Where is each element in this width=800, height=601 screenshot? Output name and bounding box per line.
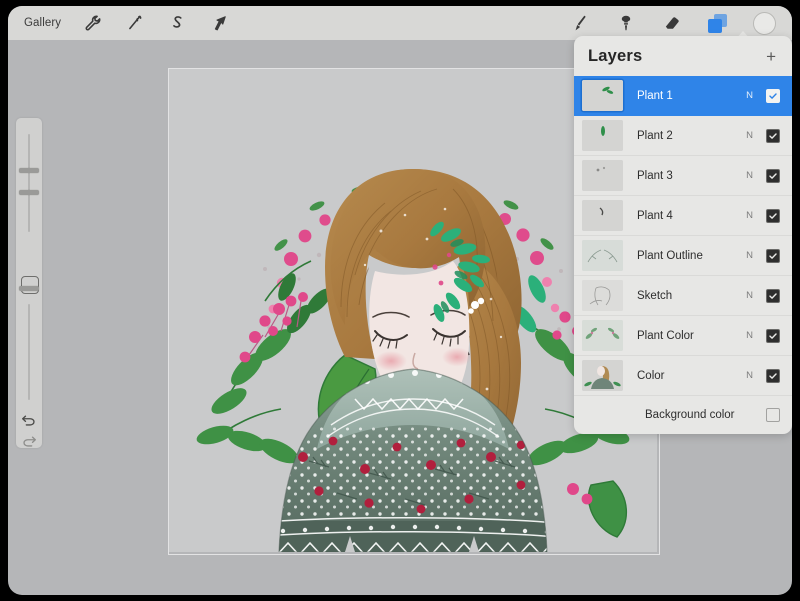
layer-blend-mode[interactable]: N — [746, 290, 753, 301]
layers-panel-header: Layers + — [574, 36, 792, 76]
layer-name: Plant 1 — [637, 90, 746, 102]
redo-button[interactable] — [20, 434, 38, 450]
layers-panel-title: Layers — [588, 47, 642, 66]
layer-name: Plant 2 — [637, 130, 746, 142]
selection-s-icon[interactable] — [167, 12, 187, 34]
layers-icon-front-square — [708, 19, 722, 33]
layer-name: Plant Color — [637, 330, 746, 342]
opacity-slider[interactable] — [19, 304, 39, 400]
layer-blend-mode[interactable]: N — [746, 210, 753, 221]
layer-visibility-checkbox[interactable] — [766, 329, 780, 343]
layers-panel: Layers + Plant 1 N Plant 2 N — [574, 36, 792, 434]
layer-blend-mode[interactable]: N — [746, 330, 753, 341]
top-toolbar-right — [384, 6, 792, 40]
layer-row-plant-outline[interactable]: Plant Outline N — [574, 236, 792, 276]
undo-button[interactable] — [20, 413, 38, 429]
brush-size-slider[interactable] — [19, 134, 39, 232]
modify-button[interactable] — [21, 276, 39, 294]
layer-thumbnail[interactable] — [582, 240, 623, 271]
layer-name: Sketch — [637, 290, 746, 302]
blush-right — [442, 348, 472, 367]
layer-visibility-checkbox[interactable] — [766, 129, 780, 143]
layer-visibility-checkbox[interactable] — [766, 249, 780, 263]
layer-visibility-checkbox[interactable] — [766, 289, 780, 303]
ipad-device: Gallery — [0, 0, 800, 601]
layer-name: Color — [637, 370, 746, 382]
smudge-icon[interactable] — [616, 12, 636, 34]
color-icon[interactable] — [753, 12, 776, 35]
brush-icon[interactable] — [570, 12, 590, 34]
layer-row-color[interactable]: Color N — [574, 356, 792, 396]
layer-blend-mode[interactable]: N — [746, 250, 753, 261]
opacity-track — [28, 304, 30, 400]
app-screen: Gallery — [8, 6, 792, 595]
layer-row-plant-color[interactable]: Plant Color N — [574, 316, 792, 356]
layer-name: Background color — [645, 409, 766, 421]
layer-name: Plant Outline — [637, 250, 746, 262]
layer-thumbnail[interactable] — [582, 120, 623, 151]
top-toolbar-left: Gallery — [8, 6, 416, 40]
eraser-icon[interactable] — [662, 12, 682, 34]
transform-arrow-icon[interactable] — [209, 12, 229, 34]
layer-thumbnail[interactable] — [582, 320, 623, 351]
left-sidebar — [16, 118, 42, 448]
layer-row-sketch[interactable]: Sketch N — [574, 276, 792, 316]
adjustments-wand-icon[interactable] — [125, 12, 145, 34]
layer-thumbnail[interactable] — [582, 160, 623, 191]
layer-blend-mode[interactable]: N — [746, 130, 753, 141]
gallery-button[interactable]: Gallery — [24, 17, 61, 29]
layer-thumbnail[interactable] — [582, 280, 623, 311]
opacity-thumb[interactable] — [19, 286, 39, 291]
brush-size-thumb[interactable] — [19, 168, 39, 173]
layer-visibility-checkbox[interactable] — [766, 369, 780, 383]
layer-row-plant-2[interactable]: Plant 2 N — [574, 116, 792, 156]
layer-row-plant-4[interactable]: Plant 4 N — [574, 196, 792, 236]
background-visibility-checkbox[interactable] — [766, 408, 780, 422]
layer-visibility-checkbox[interactable] — [766, 169, 780, 183]
layer-blend-mode[interactable]: N — [746, 170, 753, 181]
layer-row-background-color[interactable]: Background color — [574, 396, 792, 434]
layer-blend-mode[interactable]: N — [746, 90, 753, 101]
brush-size-thumb-secondary[interactable] — [19, 190, 39, 195]
layer-thumbnail[interactable] — [582, 360, 623, 391]
layers-icon[interactable] — [708, 14, 727, 33]
layer-visibility-checkbox[interactable] — [766, 209, 780, 223]
layer-row-plant-1[interactable]: Plant 1 N — [574, 76, 792, 116]
layer-name: Plant 3 — [637, 170, 746, 182]
blush-left — [375, 351, 407, 371]
actions-wrench-icon[interactable] — [83, 12, 103, 34]
layer-name: Plant 4 — [637, 210, 746, 222]
layer-visibility-checkbox[interactable] — [766, 89, 780, 103]
layer-thumbnail[interactable] — [582, 80, 623, 111]
layer-blend-mode[interactable]: N — [746, 370, 753, 381]
brush-size-track — [28, 134, 30, 232]
add-layer-button[interactable]: + — [764, 48, 778, 65]
layer-thumbnail[interactable] — [582, 200, 623, 231]
layer-row-plant-3[interactable]: Plant 3 N — [574, 156, 792, 196]
